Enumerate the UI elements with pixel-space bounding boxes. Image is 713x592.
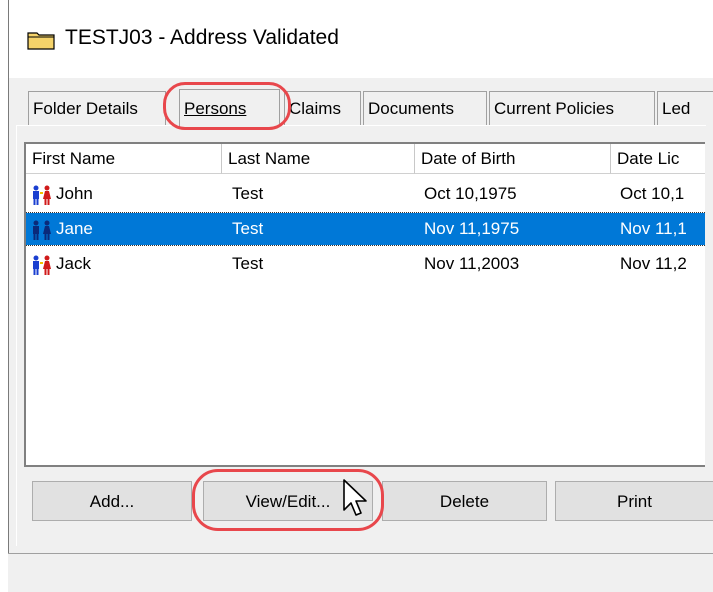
mouse-cursor-icon — [343, 479, 367, 516]
folder-icon — [27, 32, 55, 50]
cell-last-name: Test — [232, 219, 264, 238]
cell-last-name: Test — [232, 184, 264, 203]
tab-folder-details[interactable]: Folder Details — [28, 91, 166, 125]
tab-persons-label: Persons — [184, 99, 247, 118]
persons-list[interactable]: First Name Last Name Date of Birth Date … — [24, 142, 705, 467]
tab-persons[interactable]: Persons — [179, 89, 280, 127]
table-row[interactable]: Jack Test Nov 11,2003 Nov 11,2 — [26, 248, 705, 280]
cell-date-of-birth: Nov 11,2003 — [424, 254, 520, 273]
column-date-licensed[interactable]: Date Lic — [611, 144, 705, 174]
tab-claims[interactable]: Claims — [284, 91, 361, 125]
column-last-name[interactable]: Last Name — [222, 144, 415, 174]
tab-documents-label: Documents — [368, 99, 454, 118]
cell-date-licensed: Nov 11,1 — [620, 219, 687, 238]
status-bar — [8, 553, 713, 592]
list-header: First Name Last Name Date of Birth Date … — [26, 144, 705, 174]
add-button[interactable]: Add... — [32, 481, 192, 521]
delete-button[interactable]: Delete — [382, 481, 547, 521]
table-row-selected[interactable]: Jane Test Nov 11,1975 Nov 11,1 — [26, 212, 705, 246]
cell-first-name: John — [56, 184, 93, 203]
tab-ledger[interactable]: Led — [657, 91, 713, 125]
column-first-name[interactable]: First Name — [26, 144, 222, 174]
tab-folder-details-label: Folder Details — [33, 99, 138, 118]
persons-icon — [33, 185, 51, 205]
cell-last-name: Test — [232, 254, 264, 273]
cell-first-name: Jane — [56, 219, 93, 238]
tab-claims-label: Claims — [289, 99, 341, 118]
cell-first-name: Jack — [56, 254, 91, 273]
tab-ledger-label: Led — [662, 99, 691, 118]
print-button[interactable]: Print — [555, 481, 713, 521]
persons-icon — [33, 255, 51, 275]
tab-current-policies-label: Current Policies — [494, 99, 614, 118]
column-date-of-birth[interactable]: Date of Birth — [415, 144, 611, 174]
title-bar: TESTJ03 - Address Validated — [9, 0, 713, 78]
table-row[interactable]: John Test Oct 10,1975 Oct 10,1 — [26, 178, 705, 210]
window-title: TESTJ03 - Address Validated — [65, 26, 339, 49]
cell-date-licensed: Nov 11,2 — [620, 254, 687, 273]
tab-documents[interactable]: Documents — [363, 91, 487, 125]
cell-date-of-birth: Oct 10,1975 — [424, 184, 517, 203]
cell-date-of-birth: Nov 11,1975 — [424, 219, 520, 238]
cell-date-licensed: Oct 10,1 — [620, 184, 685, 203]
persons-icon — [33, 220, 51, 240]
tab-current-policies[interactable]: Current Policies — [489, 91, 655, 125]
